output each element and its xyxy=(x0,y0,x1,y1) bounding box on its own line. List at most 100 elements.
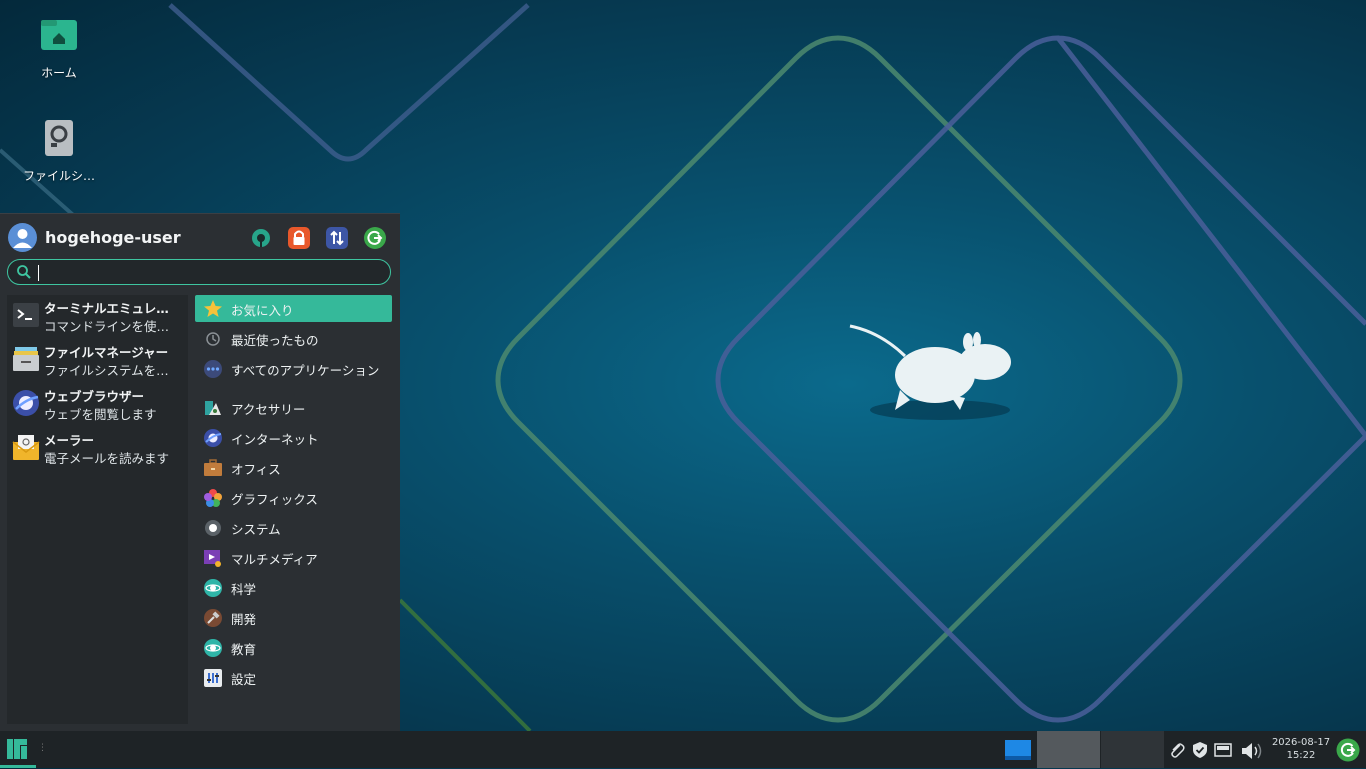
education-icon xyxy=(204,639,222,657)
desktop-icon-filesystem[interactable]: ファイルシ… xyxy=(11,118,107,184)
power-icon xyxy=(1336,738,1360,762)
science-icon xyxy=(204,579,222,597)
app-description: 電子メールを読みます xyxy=(44,451,170,466)
app-name: メーラー xyxy=(44,433,95,448)
lock-screen-button[interactable] xyxy=(288,227,310,249)
application-menu: hogehoge-user ターミナルエミュレ… コマンドラインを使… ファイル… xyxy=(0,213,400,731)
favorite-mail[interactable]: メーラー 電子メールを読みます xyxy=(7,427,188,469)
category-favorites[interactable]: お気に入り xyxy=(195,295,392,322)
all-apps-icon xyxy=(204,360,222,378)
system-icon xyxy=(205,520,221,536)
volume-tray[interactable] xyxy=(1240,741,1268,759)
power-button[interactable] xyxy=(1336,738,1360,762)
taskbar: ⋮ 2026-08-17 15:22 xyxy=(0,731,1366,768)
category-label: インターネット xyxy=(231,432,319,447)
favorite-web-browser[interactable]: ウェブブラウザー ウェブを閲覧します xyxy=(7,383,188,425)
clock-time: 15:22 xyxy=(1286,750,1316,761)
graphics-icon xyxy=(204,489,222,507)
app-name: ウェブブラウザー xyxy=(44,389,145,404)
workspace-3[interactable] xyxy=(1101,731,1164,768)
home-folder-icon xyxy=(41,20,77,50)
clock[interactable]: 2026-08-17 15:22 xyxy=(1270,736,1332,762)
desktop-icon-home[interactable]: ホーム xyxy=(11,15,107,81)
paperclip-icon xyxy=(1171,743,1185,758)
workspace-1[interactable] xyxy=(1004,739,1032,761)
network-icon xyxy=(1214,743,1232,757)
favorite-file-manager[interactable]: ファイルマネージャー ファイルシステムを… xyxy=(7,339,188,381)
category-label: 教育 xyxy=(231,642,257,657)
switch-user-icon xyxy=(330,230,344,246)
category-label: 設定 xyxy=(231,672,257,687)
app-name: ファイルマネージャー xyxy=(44,345,169,360)
accessories-icon xyxy=(205,401,221,415)
user-avatar[interactable] xyxy=(8,223,37,252)
lock-icon xyxy=(293,230,305,245)
username-label: hogehoge-user xyxy=(45,228,181,247)
app-description: コマンドラインを使… xyxy=(44,319,170,334)
clipboard-tray[interactable] xyxy=(1168,741,1186,759)
menu-header: hogehoge-user xyxy=(8,223,392,253)
volume-icon xyxy=(1242,743,1262,759)
user-icon xyxy=(13,229,32,248)
category-label: マルチメディア xyxy=(231,552,318,567)
xfce-mouse-logo xyxy=(849,324,1011,410)
desktop-icon-label: ホーム xyxy=(41,66,77,80)
search-icon xyxy=(17,265,31,279)
clock-date: 2026-08-17 xyxy=(1271,737,1331,748)
star-icon xyxy=(204,300,222,317)
category-label: オフィス xyxy=(231,462,281,477)
category-education[interactable]: 教育 xyxy=(195,634,392,661)
window-icon xyxy=(1005,740,1031,760)
category-label: 開発 xyxy=(231,612,257,627)
category-accessories[interactable]: アクセサリー xyxy=(195,394,392,421)
search-field[interactable] xyxy=(7,259,391,285)
category-label: 最近使ったもの xyxy=(231,333,319,348)
category-all-apps[interactable]: すべてのアプリケーション xyxy=(195,355,392,382)
clock-icon xyxy=(206,332,220,346)
category-settings[interactable]: 設定 xyxy=(195,664,392,691)
development-icon xyxy=(204,609,222,627)
category-label: アクセサリー xyxy=(231,402,306,417)
app-name: ターミナルエミュレ… xyxy=(44,301,169,316)
manjaro-logo-icon xyxy=(7,739,27,759)
mail-icon xyxy=(12,435,40,460)
switch-user-button[interactable] xyxy=(326,227,348,249)
settings-icon xyxy=(252,229,270,247)
app-description: ファイルシステムを… xyxy=(44,363,169,378)
start-menu-button[interactable] xyxy=(0,731,36,768)
terminal-icon xyxy=(13,303,39,327)
desktop-icon-label: ファイルシ… xyxy=(22,169,95,183)
shield-icon xyxy=(1193,742,1207,758)
internet-icon xyxy=(204,429,222,447)
category-recent[interactable]: 最近使ったもの xyxy=(195,325,392,352)
category-label: お気に入り xyxy=(231,303,294,318)
web-browser-icon xyxy=(13,390,39,416)
file-manager-icon xyxy=(13,347,39,371)
favorites-list: ターミナルエミュレ… コマンドラインを使… ファイルマネージャー ファイルシステ… xyxy=(7,295,188,724)
category-label: すべてのアプリケーション xyxy=(231,363,380,378)
workspace-2[interactable] xyxy=(1037,731,1100,768)
category-label: 科学 xyxy=(231,582,257,597)
category-multimedia[interactable]: マルチメディア xyxy=(195,544,392,571)
category-list: お気に入り 最近使ったもの すべてのアプリケーション アクセサリー インターネッ… xyxy=(195,295,392,724)
favorite-terminal[interactable]: ターミナルエミュレ… コマンドラインを使… xyxy=(7,295,188,337)
logout-icon xyxy=(367,230,383,245)
filesystem-drive-icon xyxy=(45,120,73,156)
category-office[interactable]: オフィス xyxy=(195,454,392,481)
category-label: システム xyxy=(231,522,281,537)
logout-button[interactable] xyxy=(364,227,386,249)
category-system[interactable]: システム xyxy=(195,514,392,541)
category-internet[interactable]: インターネット xyxy=(195,424,392,451)
category-development[interactable]: 開発 xyxy=(195,604,392,631)
category-label: グラフィックス xyxy=(231,492,318,507)
network-tray[interactable] xyxy=(1214,741,1232,759)
app-description: ウェブを閲覧します xyxy=(44,407,157,422)
category-graphics[interactable]: グラフィックス xyxy=(195,484,392,511)
panel-separator[interactable]: ⋮ xyxy=(38,743,47,755)
office-icon xyxy=(204,459,222,476)
security-tray[interactable] xyxy=(1191,741,1209,759)
multimedia-icon xyxy=(204,550,221,567)
settings-category-icon xyxy=(204,669,222,687)
settings-button[interactable] xyxy=(250,227,272,249)
category-science[interactable]: 科学 xyxy=(195,574,392,601)
